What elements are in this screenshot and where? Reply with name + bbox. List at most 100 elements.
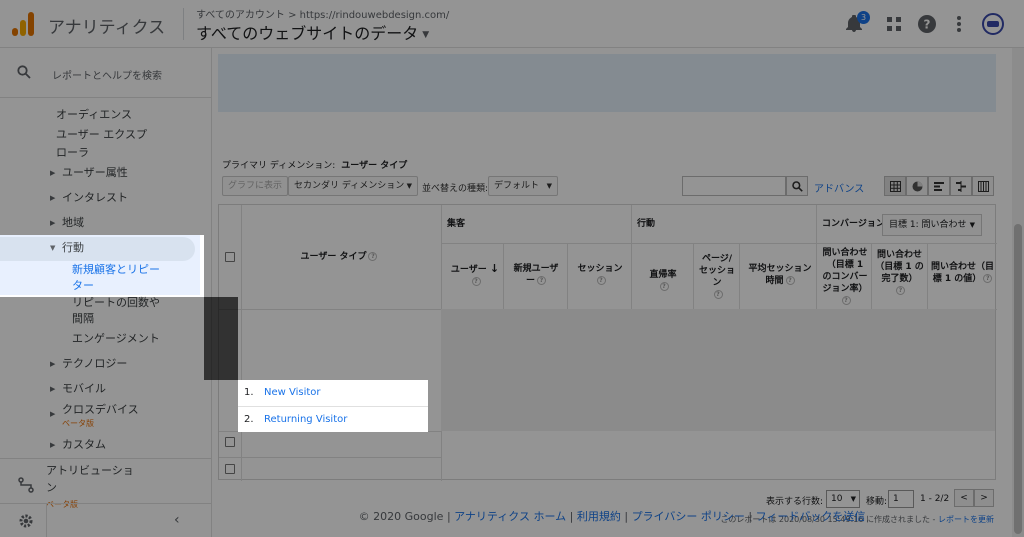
footer-terms-link[interactable]: 利用規約 [577,510,621,523]
nav-behavior[interactable]: 行動 [62,239,84,257]
col-bounce-rate[interactable]: 直帰率? [633,269,693,293]
sidebar-search[interactable]: レポートとヘルプを検索 [0,48,212,98]
col-goal-completions[interactable]: 問い合わせ （目標 1 の完了数）? [872,249,927,297]
col-goal-cvr-label-3: のコンバー [822,272,868,282]
bar-chart-icon [934,182,944,191]
nav-interests[interactable]: インタレスト [62,189,128,207]
help-icon[interactable]: ? [841,296,851,305]
help-icon[interactable]: ? [785,276,795,285]
view-title: すべてのウェブサイトのデータ [196,24,419,43]
nav-engagement[interactable]: エンゲージメント [72,330,160,348]
col-new-users-label: 新規ユーザ [513,264,559,274]
help-icon[interactable]: ? [713,290,723,299]
nav-geo[interactable]: 地域 [62,214,84,232]
table-search-button[interactable] [786,176,808,196]
advanced-filter-link[interactable]: アドバンス [814,180,864,195]
page-range: 1 - 2/2 [920,494,950,504]
col-sessions-label: セッション [577,264,623,274]
help-icon[interactable]: ? [917,14,937,34]
help-icon[interactable]: ? [596,276,606,285]
help-icon[interactable]: ? [471,277,481,286]
secondary-dimension-label: セカンダリ ディメンション [294,181,405,191]
help-icon[interactable]: ? [537,276,546,285]
expand-right-icon: ▶ [50,441,56,449]
col-pages-per-session[interactable]: ページ/セッション? [695,253,739,301]
view-table-button[interactable] [884,176,906,196]
next-page-button[interactable]: > [974,489,994,507]
apps-icon[interactable] [884,14,904,34]
scroll-thumb[interactable] [1014,224,1022,534]
group-acquisition: 集客 [447,219,466,229]
col-new-users[interactable]: 新規ユーザー? [507,263,565,287]
col-avg-duration-label: 平均セッション [748,264,812,274]
row-link-returning-visitor[interactable]: Returning Visitor [264,414,347,425]
help-icon[interactable]: ? [896,286,905,295]
view-performance-button[interactable] [928,176,950,196]
avatar[interactable] [982,13,1004,35]
nav-audience[interactable]: オーディエンス [56,106,132,124]
sidebar: レポートとヘルプを検索 オーディエンス ユーザー エクスプ ローラ ▶ ユーザー… [0,48,212,537]
sort-label: 並べ替えの種類: [422,184,489,194]
scrollbar[interactable] [1012,48,1024,537]
nav-attribution: アトリビューショ [46,464,134,477]
nav-custom[interactable]: カスタム [62,436,106,454]
nav-technology[interactable]: テクノロジー [62,355,127,373]
help-icon[interactable]: ? [983,274,993,283]
view-comparison-button[interactable] [950,176,972,196]
nav-mobile[interactable]: モバイル [62,380,106,398]
col-sessions[interactable]: セッション? [569,263,631,287]
nav-user-explorer[interactable]: ユーザー エクスプ [56,126,147,144]
sort-type-select[interactable]: デフォルト ▼ [488,176,558,196]
nav-new-vs-returning-cont[interactable]: ター [72,277,94,295]
nav-frequency-cont[interactable]: 間隔 [72,310,94,328]
copyright: © 2020 Google [358,510,444,523]
more-vert-icon[interactable] [949,14,969,34]
nav-behavior-highlight [0,237,195,261]
beta-badge: ベータ版 [62,419,94,428]
footer-sep: | [569,510,574,523]
nav-cross-device[interactable]: クロスデバイス ベータ版 [62,401,139,429]
rows-per-page-select[interactable]: 10 ▼ [826,490,860,508]
col-avg-session-duration[interactable]: 平均セッション 時間? [741,263,819,287]
product-name: アナリティクス [48,18,166,38]
row-checkbox[interactable] [225,464,235,474]
analytics-logo[interactable] [12,12,34,36]
goto-input[interactable]: 1 [888,490,914,508]
view-pivot-button[interactable] [972,176,994,196]
secondary-dimension-select[interactable]: セカンダリ ディメンション ▼ [288,176,418,196]
table-view-icon [890,181,901,192]
footer-privacy-link[interactable]: プライバシー ポリシー [632,510,745,523]
dimension-header[interactable]: ユーザー タイプ? [259,251,419,263]
expand-right-icon: ▶ [50,410,56,418]
nav-demographics[interactable]: ユーザー属性 [62,164,128,182]
goto-label: 移動: [866,497,888,507]
gear-icon[interactable] [18,513,34,529]
help-icon[interactable]: ? [659,282,669,291]
plot-rows-button[interactable]: グラフに表示 [222,176,289,196]
search-icon [792,181,803,192]
footer: © 2020 Google | アナリティクス ホーム | 利用規約 | プライ… [212,508,1012,524]
primary-dimension-value[interactable]: ユーザー タイプ [341,161,407,171]
nav-user-explorer-cont[interactable]: ローラ [56,144,89,162]
col-users[interactable]: ユーザー ↓? [447,263,503,288]
row-checkbox[interactable] [225,437,235,447]
col-goal-value-label-cont: 標 1 の値） [932,274,982,284]
header-divider [183,8,184,40]
prev-page-button[interactable]: < [954,489,974,507]
row-link-new-visitor[interactable]: New Visitor [264,387,321,398]
col-users-label: ユーザー [450,265,487,275]
footer-home-link[interactable]: アナリティクス ホーム [454,510,566,523]
account-breadcrumb[interactable]: すべてのアカウント > https://rindouwebdesign.com/ [196,6,449,21]
view-selector[interactable]: すべてのウェブサイトのデータ ▼ [196,20,429,44]
table-rows: 1. New Visitor 2. Returning Visitor [238,380,428,432]
collapse-sidebar-icon[interactable]: ‹ [174,512,180,528]
footer-feedback-link[interactable]: フィードバックを送信 [756,510,866,523]
table-search-input[interactable] [682,176,786,196]
col-goal-conversion-rate[interactable]: 問い合わせ （目標 1 のコンバー ジョン率）? [819,247,871,307]
goal-select[interactable]: 目標 1: 問い合わせ ▼ [882,214,982,236]
col-goal-value[interactable]: 問い合わせ（目標 1 の値）? [928,261,997,285]
view-pie-button[interactable] [906,176,928,196]
select-all-checkbox[interactable] [225,252,235,262]
help-icon[interactable]: ? [368,252,378,261]
col-goal-value-label: 問い合わせ（目 [930,262,994,272]
